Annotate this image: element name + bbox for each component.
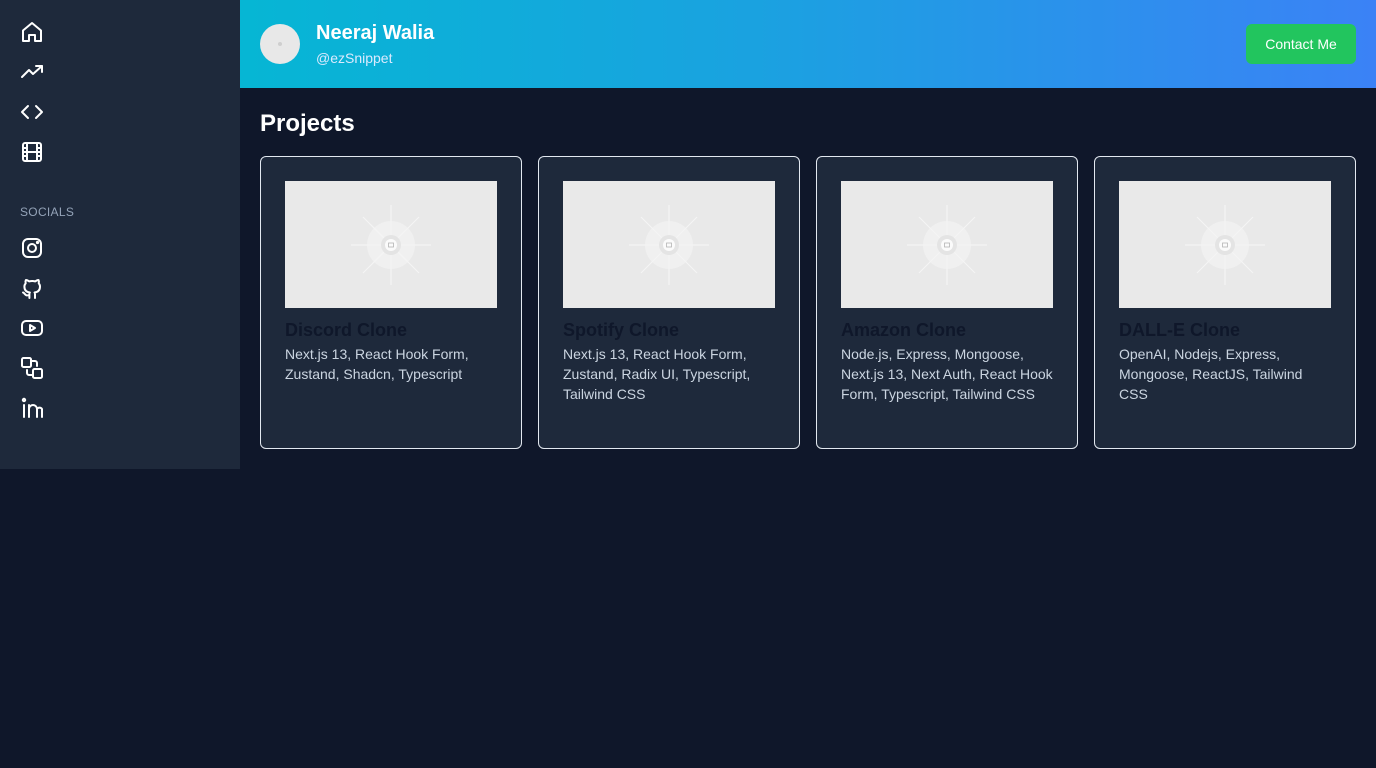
trending-icon[interactable]: [20, 60, 44, 84]
image-placeholder-icon: [1119, 181, 1331, 308]
youtube-icon[interactable]: [20, 316, 44, 340]
project-tech: Node.js, Express, Mongoose, Next.js 13, …: [841, 346, 1053, 402]
project-title: Spotify Clone: [563, 320, 679, 340]
project-title: Discord Clone: [285, 320, 408, 340]
project-card[interactable]: Discord Clone Next.js 13, React Hook For…: [260, 156, 522, 449]
profile-handle: @ezSnippet: [316, 50, 393, 66]
profile-header: Neeraj Walia @ezSnippet Contact Me: [240, 0, 1376, 88]
project-title: Amazon Clone: [841, 320, 967, 340]
image-placeholder-icon: [563, 181, 775, 308]
profile-name: Neeraj Walia: [316, 22, 435, 44]
project-card[interactable]: DALL-E Clone OpenAI, Nodejs, Express, Mo…: [1094, 156, 1356, 449]
project-tech: Next.js 13, React Hook Form, Zustand, Ra…: [563, 346, 751, 402]
image-placeholder-icon: [841, 181, 1053, 308]
github-icon[interactable]: [20, 276, 44, 300]
page-title: Projects: [260, 110, 355, 137]
project-card[interactable]: Amazon Clone Node.js, Express, Mongoose,…: [816, 156, 1078, 449]
project-tech: OpenAI, Nodejs, Express, Mongoose, React…: [1119, 346, 1303, 402]
project-grid: Discord Clone Next.js 13, React Hook For…: [260, 156, 1356, 449]
project-title: DALL-E Clone: [1119, 320, 1240, 340]
avatar: [260, 24, 300, 64]
home-icon[interactable]: [20, 20, 44, 44]
project-card[interactable]: Spotify Clone Next.js 13, React Hook For…: [538, 156, 800, 449]
socials-label: SOCIALS: [20, 205, 75, 219]
film-icon[interactable]: [20, 140, 44, 164]
image-placeholder-icon: [285, 181, 497, 308]
code-icon[interactable]: [20, 100, 44, 124]
sidebar: SOCIALS: [0, 0, 240, 469]
contact-me-button[interactable]: Contact Me: [1246, 24, 1356, 64]
project-tech: Next.js 13, React Hook Form, Zustand, Sh…: [285, 346, 469, 382]
shapes-icon[interactable]: [20, 356, 44, 380]
linkedin-icon[interactable]: [20, 396, 44, 420]
instagram-icon[interactable]: [20, 236, 44, 260]
